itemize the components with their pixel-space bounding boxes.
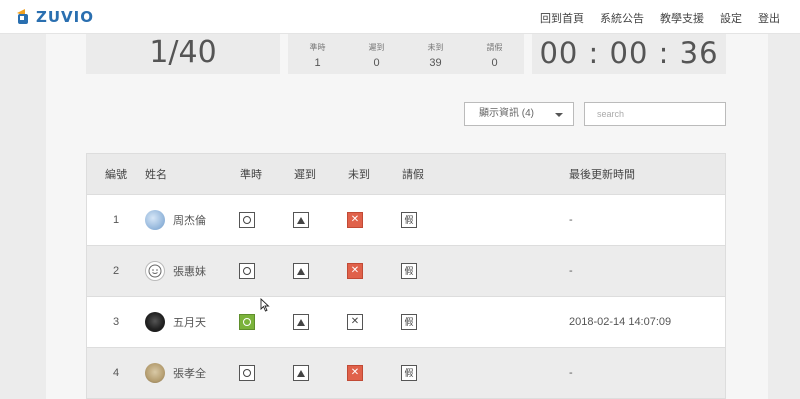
avatar (145, 261, 165, 281)
student-name: 周杰倫 (173, 215, 206, 227)
absent-toggle[interactable]: ✕ (347, 314, 363, 330)
last-updated: - (569, 214, 573, 226)
table-header: 編號 姓名 準時 遲到 未到 請假 最後更新時間 (87, 154, 725, 195)
count-late: 遲到 0 (347, 34, 406, 74)
avatar (145, 312, 165, 332)
nav-logout[interactable]: 登出 (758, 10, 780, 26)
leave-toggle[interactable]: 假 (401, 212, 417, 228)
attendance-counts: 準時 1 遲到 0 未到 39 請假 0 (288, 34, 524, 74)
table-row: 1 周杰倫 ✕ 假 - (87, 195, 725, 246)
row-number: 3 (112, 316, 120, 328)
logo-text: ZUVIO (36, 8, 94, 26)
mouse-cursor-icon (260, 298, 270, 312)
count-absent-label: 未到 (427, 43, 444, 52)
late-toggle[interactable] (293, 365, 309, 381)
header-updated: 最後更新時間 (569, 169, 635, 181)
search-input[interactable] (584, 102, 726, 126)
nav-teaching-support[interactable]: 教學支援 (660, 10, 704, 26)
smiley-icon (148, 264, 162, 278)
leave-toggle[interactable]: 假 (401, 263, 417, 279)
nav-announcements[interactable]: 系統公告 (600, 10, 644, 26)
absent-toggle[interactable]: ✕ (347, 365, 363, 381)
count-late-value: 0 (373, 57, 380, 69)
top-navbar: ZUVIO 回到首頁 系統公告 教學支援 設定 登出 (0, 0, 800, 34)
last-updated: - (569, 265, 573, 277)
table-row: 2 張惠妹 ✕ 假 - (87, 246, 725, 297)
student-name: 張孝全 (173, 368, 206, 380)
top-nav: 回到首頁 系統公告 教學支援 設定 登出 (540, 10, 780, 26)
avatar (145, 363, 165, 383)
count-ontime-value: 1 (314, 57, 321, 69)
count-ontime-label: 準時 (309, 43, 326, 52)
student-name: 張惠妹 (173, 266, 206, 278)
zuvio-logo[interactable]: ZUVIO (14, 8, 94, 26)
header-ontime: 準時 (240, 169, 262, 181)
header-leave: 請假 (402, 169, 424, 181)
late-toggle[interactable] (293, 263, 309, 279)
row-number: 2 (112, 265, 120, 277)
attendance-table: 編號 姓名 準時 遲到 未到 請假 最後更新時間 1 周杰倫 ✕ 假 - 2 張… (86, 153, 726, 399)
ontime-toggle[interactable] (239, 314, 255, 330)
count-absent-value: 39 (429, 57, 442, 69)
header-name: 姓名 (145, 169, 167, 181)
count-leave: 請假 0 (465, 34, 524, 74)
logo-icon (17, 9, 28, 24)
elapsed-timer: 00 : 00 : 36 (532, 34, 726, 74)
nav-home[interactable]: 回到首頁 (540, 10, 584, 26)
table-row: 4 張孝全 ✕ 假 - (87, 348, 725, 399)
late-toggle[interactable] (293, 212, 309, 228)
table-row: 3 五月天 ✕ 假 2018-02-14 14:07:09 (87, 297, 725, 348)
student-name: 五月天 (173, 317, 206, 329)
leave-toggle[interactable]: 假 (401, 365, 417, 381)
nav-settings[interactable]: 設定 (720, 10, 742, 26)
student-name-cell: 五月天 (145, 312, 206, 332)
last-updated: - (569, 367, 573, 379)
display-info-dropdown[interactable]: 顯示資訊 (4) (464, 102, 574, 126)
row-number: 4 (112, 367, 120, 379)
count-late-label: 遲到 (368, 43, 385, 52)
student-name-cell: 周杰倫 (145, 210, 206, 230)
late-toggle[interactable] (293, 314, 309, 330)
count-ontime: 準時 1 (288, 34, 347, 74)
caret-down-icon (555, 113, 563, 117)
count-leave-value: 0 (491, 57, 498, 69)
row-number: 1 (112, 214, 120, 226)
absent-toggle[interactable]: ✕ (347, 263, 363, 279)
count-absent: 未到 39 (406, 34, 465, 74)
absent-toggle[interactable]: ✕ (347, 212, 363, 228)
header-num: 編號 (105, 169, 127, 181)
header-absent: 未到 (348, 169, 370, 181)
display-info-label: 顯示資訊 (4) (479, 108, 534, 119)
attendance-page: 1/40 準時 1 遲到 0 未到 39 請假 0 00 : 00 : 36 顯… (46, 34, 768, 399)
student-name-cell: 張惠妹 (145, 261, 206, 281)
ontime-toggle[interactable] (239, 263, 255, 279)
header-late: 遲到 (294, 169, 316, 181)
avatar (145, 210, 165, 230)
student-name-cell: 張孝全 (145, 363, 206, 383)
ontime-toggle[interactable] (239, 365, 255, 381)
leave-toggle[interactable]: 假 (401, 314, 417, 330)
ontime-toggle[interactable] (239, 212, 255, 228)
attempt-counter: 1/40 (86, 34, 280, 74)
count-leave-label: 請假 (486, 43, 503, 52)
last-updated: 2018-02-14 14:07:09 (569, 316, 672, 328)
